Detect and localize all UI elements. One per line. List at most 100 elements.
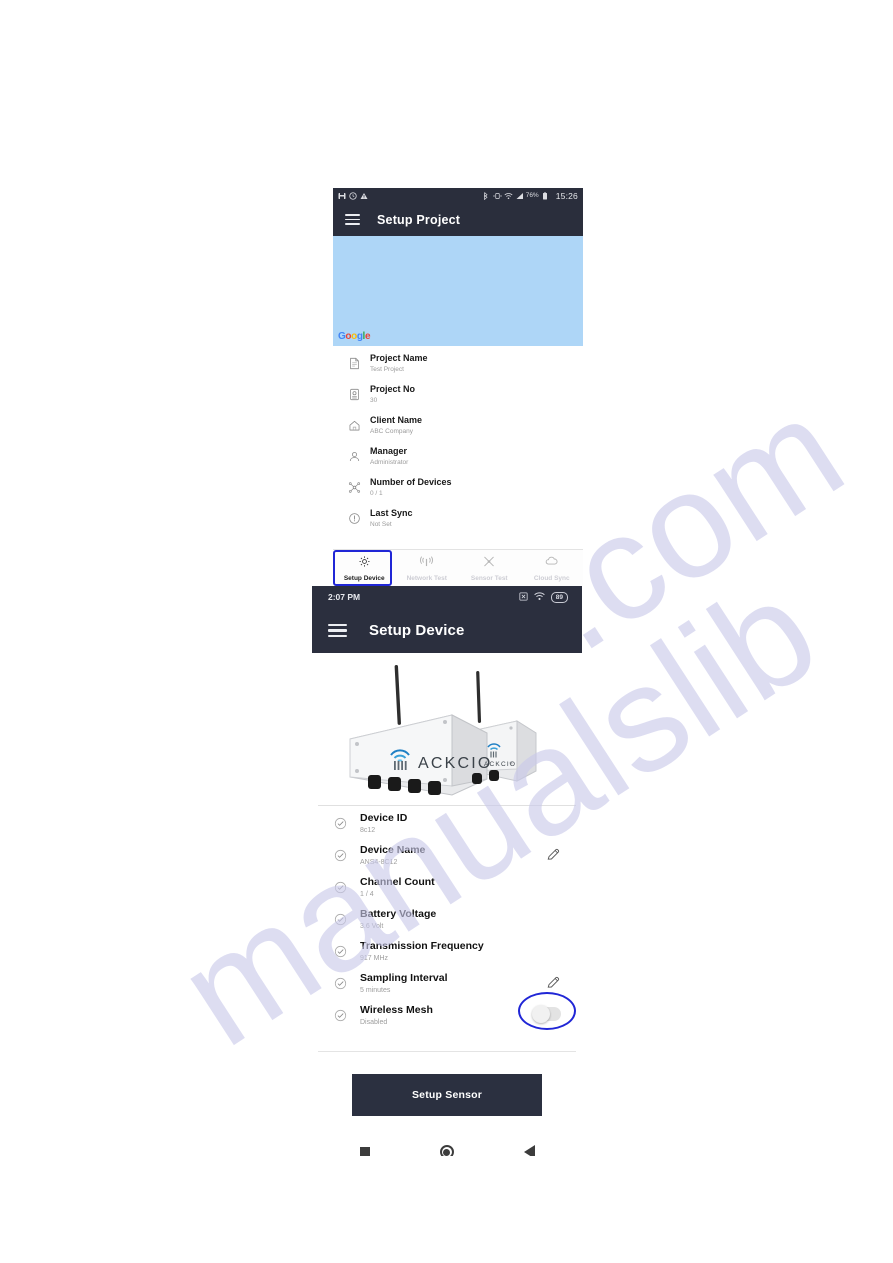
list-item[interactable]: Client Name ABC Company bbox=[333, 413, 583, 444]
check-circle-icon bbox=[330, 812, 350, 830]
list-item[interactable]: Sampling Interval 5 minutes bbox=[312, 971, 582, 1003]
battery-icon: 89 bbox=[550, 591, 568, 603]
list-item-value: ANS4-8C12 bbox=[360, 858, 398, 866]
list-item-label: Manager bbox=[370, 446, 408, 456]
gear-icon bbox=[358, 555, 371, 573]
page-title: Setup Project bbox=[377, 212, 461, 227]
list-item-value: Test Project bbox=[370, 365, 404, 373]
check-circle-icon bbox=[330, 1004, 350, 1022]
person-icon bbox=[343, 446, 365, 463]
list-item[interactable]: Project Name Test Project bbox=[333, 351, 583, 382]
wireless-mesh-toggle[interactable] bbox=[532, 1005, 561, 1023]
list-item-value: 0 / 1 bbox=[370, 489, 383, 497]
tab-label: Sensor Test bbox=[470, 574, 508, 582]
tab-network-test[interactable]: Network Test bbox=[396, 550, 459, 586]
tab-label: Network Test bbox=[406, 574, 447, 582]
list-item-label: Project Name bbox=[370, 353, 428, 363]
app-bar: Setup Project bbox=[333, 203, 583, 236]
list-item-label: Last Sync bbox=[370, 508, 413, 518]
tab-setup-device[interactable]: Setup Device bbox=[333, 550, 396, 586]
list-item-label: Device Name bbox=[360, 844, 426, 856]
list-item-value: 3.6 Volt bbox=[360, 922, 384, 930]
battery-icon bbox=[542, 191, 550, 200]
project-map[interactable]: Google bbox=[333, 236, 583, 346]
status-bar: 2:07 PM 89 bbox=[312, 586, 582, 608]
check-circle-icon bbox=[330, 876, 350, 894]
list-item-value: 917 MHz bbox=[360, 954, 389, 962]
edit-pencil-icon[interactable] bbox=[538, 844, 568, 862]
check-circle-icon bbox=[330, 972, 350, 990]
list-item[interactable]: Device Name ANS4-8C12 bbox=[312, 843, 582, 875]
edit-pencil-icon[interactable] bbox=[538, 972, 568, 990]
list-item[interactable]: Battery Voltage 3.6 Volt bbox=[312, 907, 582, 939]
cloud-sync-icon bbox=[544, 555, 559, 573]
hamburger-menu-icon[interactable] bbox=[345, 214, 360, 225]
no-sim-icon bbox=[519, 591, 528, 603]
back-triangle-icon[interactable] bbox=[523, 1145, 535, 1156]
battery-percent-label: 76% bbox=[525, 192, 539, 199]
device-product-image: ACKCIO ACKCIO bbox=[312, 653, 582, 805]
check-circle-icon bbox=[330, 908, 350, 926]
vibrate-icon bbox=[493, 192, 502, 200]
list-item-label: Client Name bbox=[370, 415, 423, 425]
sensor-icon bbox=[482, 555, 496, 573]
warning-icon bbox=[360, 192, 368, 200]
project-details-list: Project Name Test Project Project No 30 … bbox=[333, 346, 583, 537]
list-item[interactable]: Last Sync Not Set bbox=[333, 506, 583, 537]
list-item-label: Device ID bbox=[360, 812, 408, 824]
list-item-value: 8c12 bbox=[360, 826, 376, 834]
list-item-value: Disabled bbox=[360, 1018, 388, 1026]
check-circle-icon bbox=[330, 940, 350, 958]
document-icon bbox=[343, 353, 365, 370]
list-item[interactable]: Transmission Frequency 917 MHz bbox=[312, 939, 582, 971]
id-card-icon bbox=[343, 384, 365, 401]
list-item-value: 30 bbox=[370, 396, 378, 404]
network-hub-icon bbox=[343, 477, 365, 494]
setup-device-screenshot: 2:07 PM 89 Setup Device ACKCIO ACKCIO De… bbox=[312, 586, 582, 1156]
list-item-value: ABC Company bbox=[370, 427, 413, 435]
check-circle-icon bbox=[330, 844, 350, 862]
android-nav-bar bbox=[312, 1132, 582, 1156]
app-bar: Setup Device bbox=[312, 608, 582, 653]
status-bar: 76% 15:26 bbox=[333, 188, 583, 203]
svg-text:ACKCIO: ACKCIO bbox=[484, 761, 516, 768]
list-item[interactable]: Device ID 8c12 bbox=[312, 811, 582, 843]
device-details-list: Device ID 8c12 Device Name ANS4-8C12 Cha… bbox=[312, 806, 582, 1035]
list-item-value: Administrator bbox=[370, 458, 409, 466]
bluetooth-icon bbox=[482, 191, 490, 200]
home-icon bbox=[343, 415, 365, 432]
clock-icon bbox=[349, 191, 357, 200]
list-item-label: Transmission Frequency bbox=[360, 940, 484, 952]
setup-sensor-button[interactable]: Setup Sensor bbox=[352, 1074, 542, 1116]
list-item-label: Project No bbox=[370, 384, 416, 394]
signal-icon bbox=[515, 192, 523, 200]
home-circle-icon[interactable] bbox=[439, 1145, 454, 1156]
tab-sensor-test[interactable]: Sensor Test bbox=[458, 550, 521, 586]
recents-square-icon[interactable] bbox=[359, 1147, 370, 1156]
list-item[interactable]: Manager Administrator bbox=[333, 444, 583, 475]
list-item-label: Battery Voltage bbox=[360, 908, 437, 920]
list-item[interactable]: Project No 30 bbox=[333, 382, 583, 413]
list-item-value: Not Set bbox=[370, 520, 392, 528]
hamburger-menu-icon[interactable] bbox=[328, 623, 347, 638]
tab-label: Cloud Sync bbox=[533, 574, 570, 582]
setup-project-screenshot: 76% 15:26 Setup Project Google Project N… bbox=[333, 188, 583, 586]
antenna-icon bbox=[419, 555, 434, 573]
status-bar-clock: 15:26 bbox=[555, 190, 578, 201]
list-item-label: Channel Count bbox=[360, 876, 435, 888]
svg-text:ACKCIO: ACKCIO bbox=[418, 755, 493, 772]
list-item-label: Number of Devices bbox=[370, 477, 452, 487]
list-item-value: 5 minutes bbox=[360, 986, 391, 994]
wifi-icon bbox=[504, 192, 513, 200]
google-logo: Google bbox=[338, 331, 371, 342]
tab-cloud-sync[interactable]: Cloud Sync bbox=[521, 550, 584, 586]
list-item-value: 1 / 4 bbox=[360, 890, 374, 898]
page-title: Setup Device bbox=[369, 622, 465, 639]
list-item[interactable]: Wireless Mesh Disabled bbox=[312, 992, 582, 1035]
info-icon bbox=[343, 508, 365, 525]
list-item[interactable]: Channel Count 1 / 4 bbox=[312, 875, 582, 907]
status-bar-clock: 2:07 PM bbox=[328, 592, 361, 602]
list-item[interactable]: Number of Devices 0 / 1 bbox=[333, 475, 583, 506]
save-icon bbox=[338, 192, 346, 200]
bottom-tab-bar: Setup Device Network Test Sensor Test Cl… bbox=[333, 549, 583, 586]
